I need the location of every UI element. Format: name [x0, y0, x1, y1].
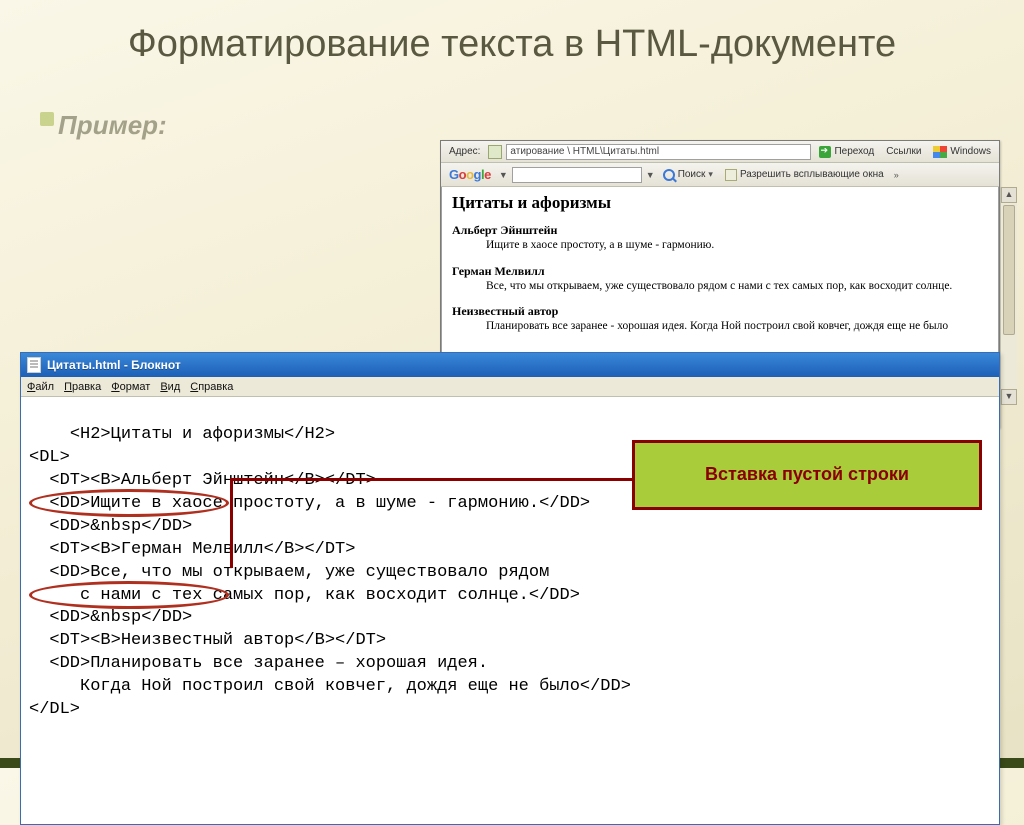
author-2: Герман Мелвилл [452, 264, 988, 279]
notepad-menu: Файл Правка Формат Вид Справка [21, 377, 999, 397]
scroll-down-icon[interactable]: ▼ [1001, 389, 1017, 405]
callout-connector-h [230, 478, 632, 481]
scroll-thumb[interactable] [1003, 205, 1015, 335]
bullet-icon [40, 112, 54, 126]
slide-title: Форматирование текста в HTML-документе [0, 0, 1024, 72]
address-label: Адрес: [445, 143, 484, 161]
popup-button[interactable]: Разрешить всплывающие окна [721, 166, 888, 184]
notepad-window: Цитаты.html - Блокнот Файл Правка Формат… [20, 352, 1000, 825]
quote-2: Все, что мы открываем, уже существовало … [486, 279, 988, 295]
popup-label: Разрешить всплывающие окна [740, 169, 884, 180]
go-button[interactable]: Переход [815, 143, 878, 161]
menu-file[interactable]: Файл [27, 381, 54, 393]
browser-address-bar: Адрес: атирование \ HTML\Цитаты.html Пер… [441, 141, 999, 163]
content-heading: Цитаты и афоризмы [452, 193, 988, 213]
callout-box: Вставка пустой строки [632, 440, 982, 510]
google-toolbar: Google ▼ ▼ Поиск ▾ Разрешить всплывающие… [441, 163, 999, 187]
search-label: Поиск [678, 169, 706, 180]
menu-view[interactable]: Вид [160, 381, 180, 393]
windows-link[interactable]: Windows [929, 143, 995, 161]
windows-label: Windows [950, 146, 991, 157]
browser-scrollbar[interactable]: ▲ ▼ [1000, 187, 1017, 405]
notepad-code: <H2>Цитаты и афоризмы</H2> <DL> <DT><B>А… [29, 425, 631, 719]
links-label: Ссылки [882, 143, 925, 161]
callout-connector-v [230, 478, 233, 568]
popup-icon [725, 169, 737, 181]
menu-help[interactable]: Справка [190, 381, 233, 393]
page-icon [488, 145, 502, 159]
search-icon [663, 169, 675, 181]
search-split-icon: ▾ [708, 169, 713, 180]
author-3: Неизвестный автор [452, 304, 988, 319]
menu-format[interactable]: Формат [111, 381, 150, 393]
notepad-titlebar: Цитаты.html - Блокнот [21, 353, 999, 377]
windows-flag-icon [933, 146, 947, 158]
go-label: Переход [834, 146, 874, 157]
address-input[interactable]: атирование \ HTML\Цитаты.html [506, 144, 811, 160]
notepad-title-text: Цитаты.html - Блокнот [47, 358, 181, 372]
notepad-icon [27, 357, 41, 373]
google-dropdown-icon[interactable]: ▼ [499, 170, 508, 180]
google-search-input[interactable] [512, 167, 642, 183]
chevron-right-icon[interactable]: » [892, 170, 901, 180]
quote-1: Ищите в хаосе простоту, а в шуме - гармо… [486, 238, 988, 254]
author-1: Альберт Эйнштейн [452, 223, 988, 238]
callout-text: Вставка пустой строки [705, 464, 909, 486]
google-logo[interactable]: Google [445, 167, 495, 182]
google-search-dropdown-icon[interactable]: ▼ [646, 170, 655, 180]
example-label: Пример: [58, 110, 167, 141]
scroll-up-icon[interactable]: ▲ [1001, 187, 1017, 203]
arrow-right-icon [819, 146, 831, 158]
quote-3: Планировать все заранее - хорошая идея. … [486, 319, 988, 335]
menu-edit[interactable]: Правка [64, 381, 101, 393]
search-button[interactable]: Поиск ▾ [659, 166, 717, 184]
